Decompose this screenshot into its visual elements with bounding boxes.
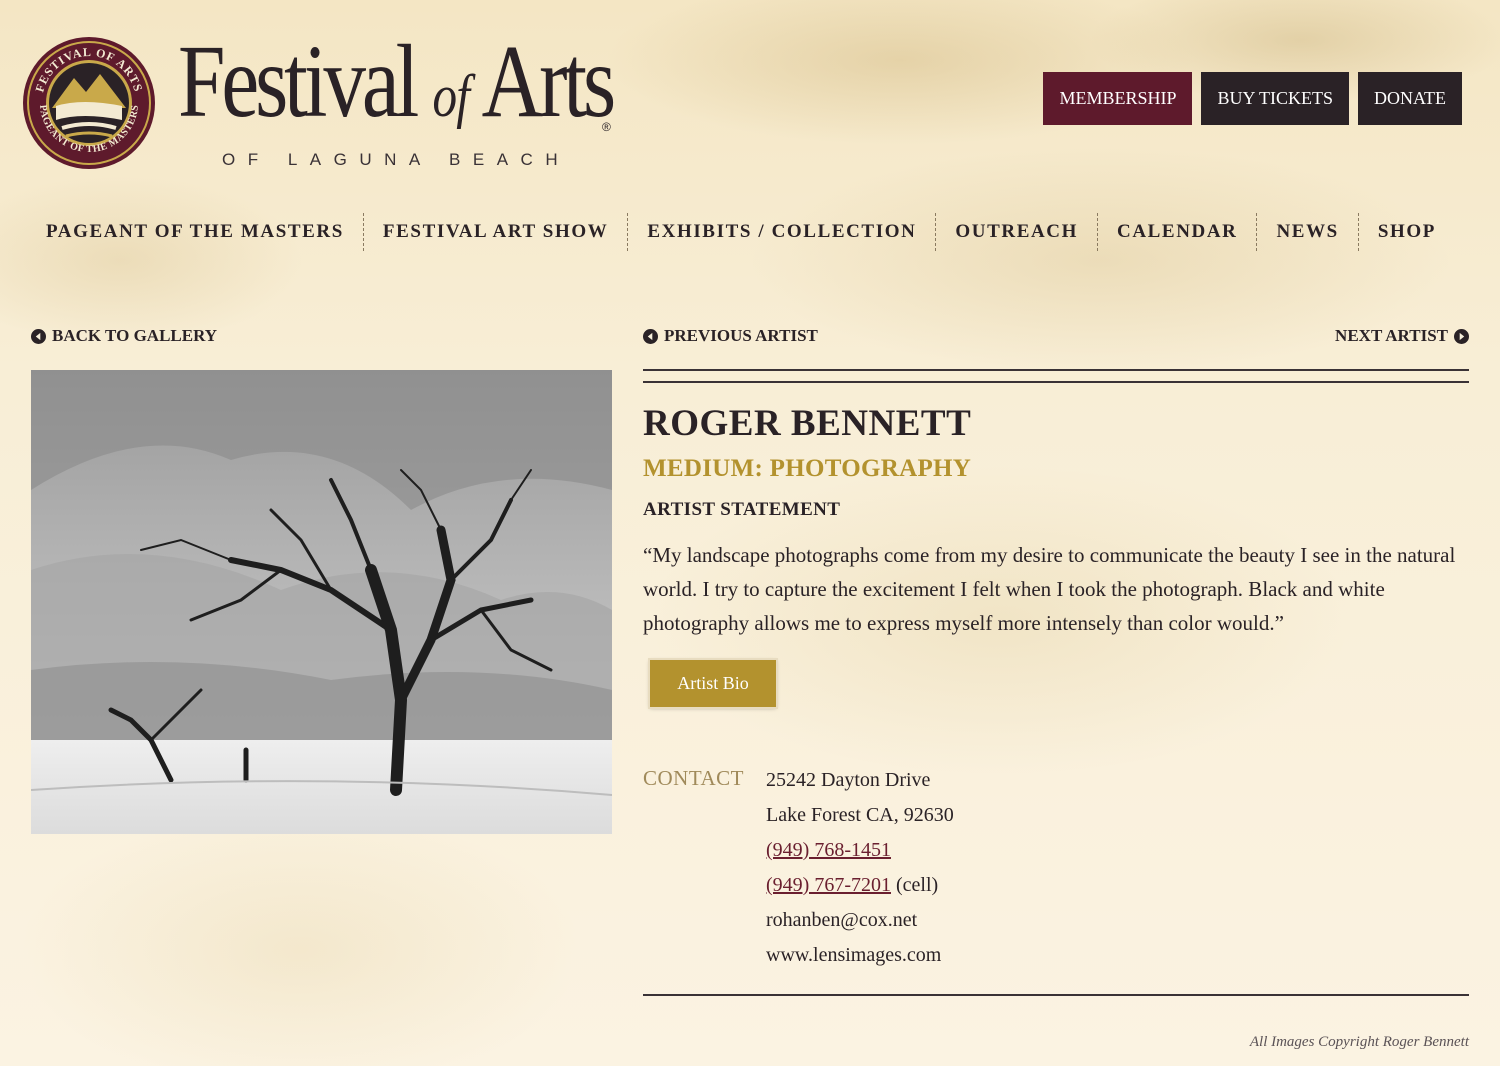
donate-button[interactable]: DONATE [1358, 72, 1462, 125]
contact-cell-row: (949) 767-7201 (cell) [766, 868, 954, 903]
main-nav: PAGEANT OF THE MASTERS FESTIVAL ART SHOW… [27, 212, 1455, 252]
page: FESTIVAL OF ARTS PAGEANT OF THE MASTERS … [0, 0, 1500, 1066]
contact-phone-row: (949) 768-1451 [766, 833, 954, 868]
footer-divider [643, 994, 1469, 996]
arrow-left-circle-icon [643, 328, 658, 344]
buy-tickets-button[interactable]: BUY TICKETS [1201, 72, 1349, 125]
nav-item-pageant[interactable]: PAGEANT OF THE MASTERS [27, 212, 363, 252]
artist-statement: “My landscape photographs come from my d… [643, 543, 1456, 635]
contact-phone-link[interactable]: (949) 768-1451 [766, 839, 891, 861]
back-to-gallery-link[interactable]: BACK TO GALLERY [31, 326, 217, 346]
back-to-gallery-label: BACK TO GALLERY [52, 326, 218, 345]
artwork-photo[interactable] [31, 370, 612, 834]
copyright-notice: All Images Copyright Roger Bennett [1249, 1034, 1469, 1050]
arrow-left-circle-icon [31, 328, 46, 344]
contact-website[interactable]: www.lensimages.com [766, 938, 954, 973]
contact-cell-suffix: (cell) [890, 874, 939, 896]
artist-bio-button[interactable]: Artist Bio [650, 660, 776, 707]
nav-item-art-show[interactable]: FESTIVAL ART SHOW [364, 212, 627, 252]
contact-address-line2: Lake Forest CA, 92630 [766, 804, 954, 826]
nav-item-exhibits[interactable]: EXHIBITS / COLLECTION [628, 212, 935, 252]
brand-subtitle: OF LAGUNA BEACH [222, 150, 571, 169]
artist-statement-heading: ARTIST STATEMENT [643, 499, 841, 520]
previous-artist-label: PREVIOUS ARTIST [664, 326, 818, 345]
contact-email[interactable]: rohanben@cox.net [766, 903, 954, 938]
contact-label: CONTACT [643, 766, 744, 790]
nav-item-outreach[interactable]: OUTREACH [936, 212, 1097, 252]
membership-button[interactable]: MEMBERSHIP [1043, 72, 1193, 125]
contact-cell-link[interactable]: (949) 767-7201 [766, 874, 891, 896]
header-actions: MEMBERSHIP BUY TICKETS DONATE [1043, 72, 1462, 125]
previous-artist-link[interactable]: PREVIOUS ARTIST [643, 326, 818, 346]
artist-name: ROGER BENNETT [643, 403, 972, 444]
registered-mark: ® [602, 120, 611, 134]
brand-title-main: Festival [178, 24, 419, 139]
next-artist-label: NEXT ARTIST [1335, 326, 1448, 345]
section-divider [643, 369, 1469, 383]
nav-item-news[interactable]: NEWS [1257, 212, 1357, 252]
nav-item-shop[interactable]: SHOP [1359, 212, 1455, 252]
artist-medium: MEDIUM: PHOTOGRAPHY [643, 455, 972, 482]
brand-title-of: of [432, 63, 470, 129]
brand-title[interactable]: Festival of Arts [178, 30, 616, 134]
festival-seal-logo[interactable]: FESTIVAL OF ARTS PAGEANT OF THE MASTERS [22, 36, 156, 170]
contact-details: 25242 Dayton Drive Lake Forest CA, 92630… [766, 763, 954, 973]
brand-title-end: Arts [481, 24, 617, 139]
arrow-right-circle-icon [1454, 328, 1469, 344]
contact-address-line1: 25242 Dayton Drive [766, 769, 931, 791]
nav-item-calendar[interactable]: CALENDAR [1098, 212, 1256, 252]
next-artist-link[interactable]: NEXT ARTIST [1335, 326, 1469, 346]
